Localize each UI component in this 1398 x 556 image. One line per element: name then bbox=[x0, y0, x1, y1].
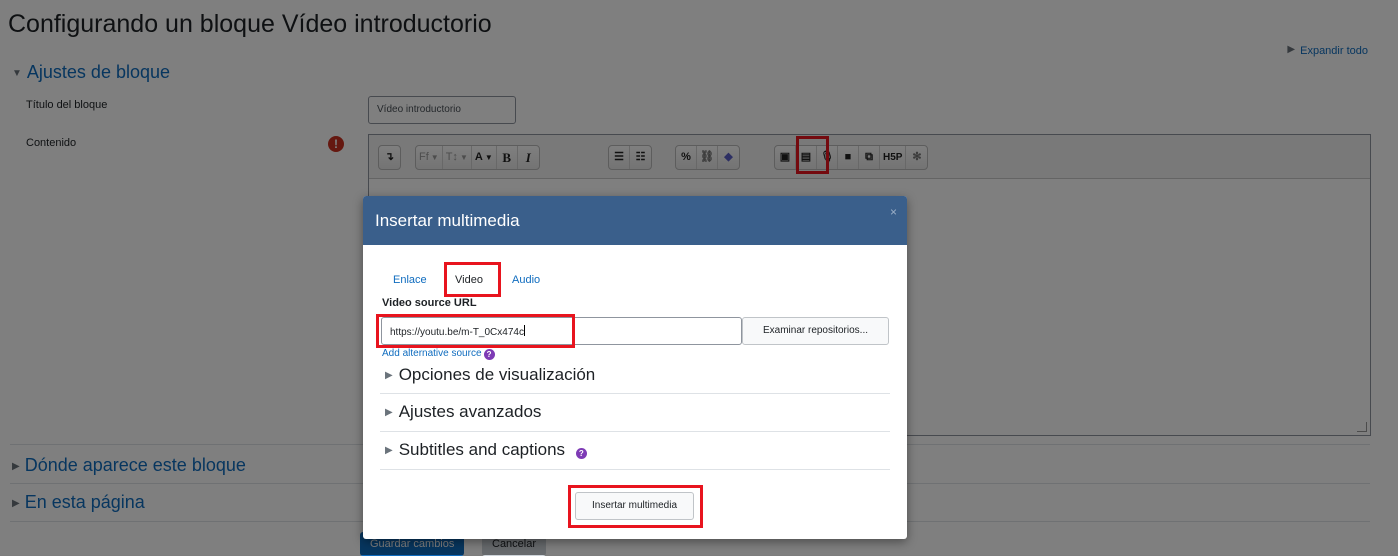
section-subtitles-label: Subtitles and captions bbox=[398, 440, 566, 459]
divider bbox=[380, 469, 890, 470]
dialog-header: Insertar multimedia × bbox=[363, 196, 907, 245]
caret-right-icon: ▶ bbox=[385, 445, 393, 456]
insert-button-highlight bbox=[568, 485, 703, 528]
caret-right-icon: ▶ bbox=[385, 407, 393, 418]
add-alternative-source-label: Add alternative source bbox=[382, 348, 482, 359]
browse-repositories-button[interactable]: Examinar repositorios... bbox=[742, 317, 889, 345]
caret-right-icon: ▶ bbox=[385, 370, 393, 381]
help-icon[interactable]: ? bbox=[483, 349, 495, 360]
divider bbox=[380, 393, 890, 394]
close-icon[interactable]: × bbox=[890, 205, 897, 219]
dialog-title: Insertar multimedia bbox=[375, 211, 520, 230]
section-subtitles-captions[interactable]: ▶ Subtitles and captions ? bbox=[385, 440, 587, 460]
tab-enlace[interactable]: Enlace bbox=[393, 274, 427, 286]
video-source-url-label: Video source URL bbox=[382, 297, 477, 309]
video-tab-highlight bbox=[444, 262, 501, 297]
section-advanced-label: Ajustes avanzados bbox=[398, 402, 542, 421]
add-alternative-source-link[interactable]: Add alternative source? bbox=[382, 348, 495, 360]
url-input-highlight bbox=[376, 314, 575, 348]
tab-audio[interactable]: Audio bbox=[512, 274, 540, 286]
help-icon[interactable]: ? bbox=[575, 448, 587, 459]
divider bbox=[380, 431, 890, 432]
section-display-options[interactable]: ▶ Opciones de visualización bbox=[385, 365, 595, 385]
section-advanced-settings[interactable]: ▶ Ajustes avanzados bbox=[385, 402, 541, 422]
section-display-label: Opciones de visualización bbox=[398, 365, 596, 384]
